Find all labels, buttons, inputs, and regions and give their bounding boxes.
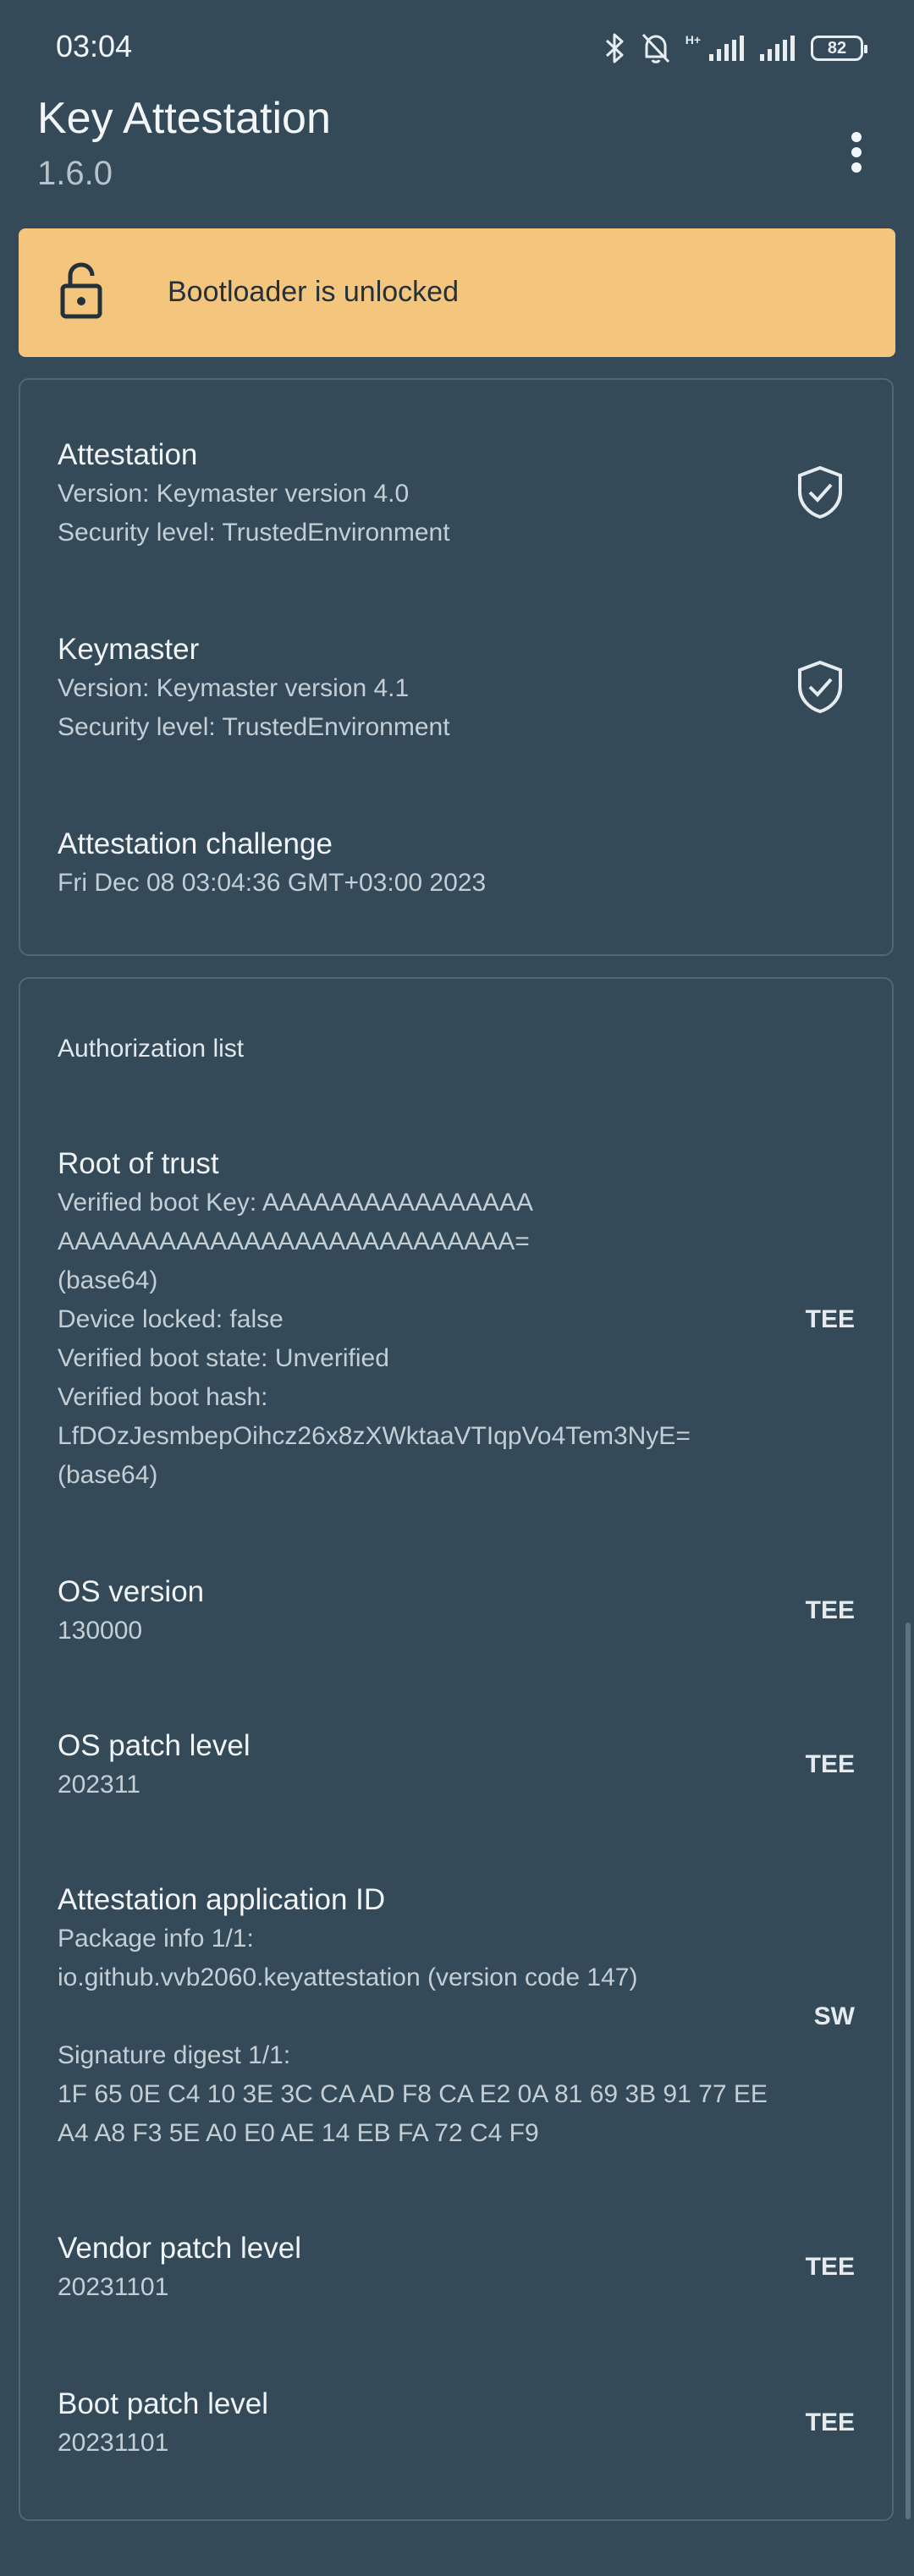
battery-level: 82 <box>827 38 847 58</box>
shield-check-icon <box>798 660 842 714</box>
item-title: Attestation challenge <box>58 827 333 860</box>
os-version-item[interactable]: OS version 130000 <box>58 1573 855 1651</box>
bluetooth-icon <box>605 33 624 63</box>
security-level-tag: SW <box>813 2002 855 2030</box>
lock-open-icon <box>60 262 102 319</box>
bell-off-icon <box>641 33 669 63</box>
attestation-application-id-item[interactable]: Attestation application ID Package info … <box>58 1881 774 2153</box>
item-line: Security level: TrustedEnvironment <box>58 713 450 741</box>
battery-icon: 82 <box>811 36 867 61</box>
item-line: 20231101 <box>58 2273 169 2301</box>
status-bar: 03:04 H+ 82 <box>0 0 914 93</box>
status-icons: H+ 82 <box>604 29 867 68</box>
security-level-tag: TEE <box>805 2253 855 2281</box>
item-title: Keymaster <box>58 633 200 666</box>
item-title: Boot patch level <box>58 2387 269 2420</box>
item-title: OS patch level <box>58 1729 251 1762</box>
item-line: LfDOzJesmbepOihcz26x8zXWktaaVTIqpVo4Tem3… <box>58 1422 691 1450</box>
vendor-patch-level-item[interactable]: Vendor patch level 20231101 <box>58 2229 855 2307</box>
security-level-tag: TEE <box>805 2408 855 2436</box>
os-patch-level-item[interactable]: OS patch level 202311 <box>58 1727 855 1804</box>
item-title: Attestation <box>58 438 198 471</box>
item-line: Security level: TrustedEnvironment <box>58 519 450 547</box>
keymaster-item[interactable]: Keymaster Version: Keymaster version 4.1… <box>58 630 855 747</box>
item-title: Attestation application ID <box>58 1883 386 1916</box>
security-level-tag: TEE <box>805 1305 855 1333</box>
root-of-trust-item[interactable]: Root of trust Verified boot Key: AAAAAAA… <box>58 1145 774 1495</box>
item-line: (base64) <box>58 1461 158 1489</box>
item-line: Device locked: false <box>58 1305 284 1333</box>
item-title: OS version <box>58 1575 205 1608</box>
bootloader-warning-banner: Bootloader is unlocked <box>19 228 895 357</box>
item-line: Verified boot state: Unverified <box>58 1344 389 1372</box>
item-line: io.github.vvb2060.keyattestation (versio… <box>58 1964 638 1991</box>
item-line: 202311 <box>58 1771 140 1799</box>
signal-icon <box>709 36 744 61</box>
clock: 03:04 <box>56 29 133 63</box>
item-line: 1F 65 0E C4 10 3E 3C CA AD F8 CA E2 0A 8… <box>58 2080 768 2108</box>
item-line: Signature digest 1/1: <box>58 2041 291 2069</box>
security-level-tag: TEE <box>805 1596 855 1624</box>
authorization-list-card: Authorization list Root of trust Verifie… <box>19 977 894 2521</box>
signal-icon <box>760 36 795 61</box>
item-line: 130000 <box>58 1617 143 1645</box>
item-line: Verified boot Key: AAAAAAAAAAAAAAAA <box>58 1189 533 1217</box>
item-line: Verified boot hash: <box>58 1383 268 1411</box>
app-version: 1.6.0 <box>37 155 113 192</box>
scrollbar[interactable] <box>906 1623 911 2519</box>
page-title: Key Attestation <box>37 94 331 143</box>
attestation-item[interactable]: Attestation Version: Keymaster version 4… <box>58 436 855 552</box>
attestation-challenge-item[interactable]: Attestation challenge Fri Dec 08 03:04:3… <box>58 825 855 903</box>
item-line: 20231101 <box>58 2429 169 2457</box>
item-title: Vendor patch level <box>58 2232 301 2265</box>
item-line: (base64) <box>58 1266 158 1294</box>
more-options-button[interactable] <box>823 118 890 186</box>
item-line: Fri Dec 08 03:04:36 GMT+03:00 2023 <box>58 869 487 897</box>
item-line: Version: Keymaster version 4.0 <box>58 480 410 508</box>
item-title: Root of trust <box>58 1147 219 1180</box>
item-line: Package info 1/1: <box>58 1925 254 1953</box>
item-line: Version: Keymaster version 4.1 <box>58 674 410 702</box>
attestation-card: Attestation Version: Keymaster version 4… <box>19 378 894 956</box>
section-header: Authorization list <box>58 1035 245 1063</box>
banner-text: Bootloader is unlocked <box>168 276 460 308</box>
security-level-tag: TEE <box>805 1750 855 1778</box>
network-type-label: H+ <box>685 33 701 47</box>
more-vert-icon <box>851 132 862 173</box>
shield-check-icon <box>798 465 842 519</box>
boot-patch-level-item[interactable]: Boot patch level 20231101 <box>58 2385 855 2463</box>
item-line: AAAAAAAAAAAAAAAAAAAAAAAAAAA= <box>58 1228 530 1255</box>
item-line: A4 A8 F3 5E A0 E0 AE 14 EB FA 72 C4 F9 <box>58 2119 539 2147</box>
